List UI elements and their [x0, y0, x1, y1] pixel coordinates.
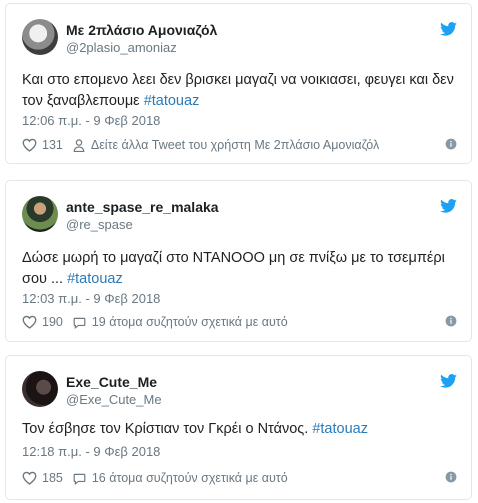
tweet-card: Exe_Cute_Me @Exe_Cute_Me Τον έσβησε τον …: [5, 355, 472, 500]
user-avatar[interactable]: [22, 371, 58, 407]
like-count[interactable]: 131: [42, 138, 63, 152]
user-handle[interactable]: @Exe_Cute_Me: [66, 392, 162, 407]
user-avatar[interactable]: [22, 19, 58, 55]
info-icon[interactable]: [445, 315, 457, 327]
display-name[interactable]: Exe_Cute_Me: [66, 374, 157, 390]
tweet-body: Τον έσβησε τον Κρίστιαν τον Γκρέι ο Ντάν…: [22, 421, 313, 437]
tweet-card: Με 2πλάσιο Αμονιαζόλ @2plasio_amoniaz Κα…: [5, 3, 472, 164]
tweet-text: Δώσε μωρή το μαγαζί στο ΝΤΑΝΟΟΟ μη σε πν…: [22, 248, 455, 290]
user-handle[interactable]: @2plasio_amoniaz: [66, 40, 177, 55]
display-name[interactable]: Με 2πλάσιο Αμονιαζόλ: [66, 22, 217, 38]
info-icon[interactable]: [445, 138, 457, 150]
tweet-timestamp[interactable]: 12:18 π.μ. - 9 Φεβ 2018: [22, 444, 160, 459]
twitter-bird-icon[interactable]: [440, 22, 457, 36]
tweet-timestamp[interactable]: 12:06 π.μ. - 9 Φεβ 2018: [22, 113, 160, 128]
display-name[interactable]: ante_spase_re_malaka: [66, 199, 219, 215]
conversation-link[interactable]: 19 άτομα συζητούν σχετικά με αυτό: [92, 315, 288, 329]
user-handle[interactable]: @re_spase: [66, 217, 133, 232]
user-avatar[interactable]: [22, 196, 58, 232]
person-icon: [73, 138, 85, 152]
tweet-text: Τον έσβησε τον Κρίστιαν τον Γκρέι ο Ντάν…: [22, 419, 455, 440]
heart-icon[interactable]: [22, 471, 37, 485]
hashtag-link[interactable]: #tatouaz: [144, 93, 200, 109]
tweet-text: Και στο επομενο λεει δεν βρισκει μαγαζι …: [22, 70, 455, 112]
heart-icon[interactable]: [22, 138, 37, 152]
tweet-card: ante_spase_re_malaka @re_spase Δώσε μωρή…: [5, 180, 472, 342]
conversation-icon: [73, 317, 86, 329]
more-tweets-link[interactable]: Δείτε άλλα Tweet του χρήστη Με 2πλάσιο Α…: [91, 138, 379, 152]
info-icon[interactable]: [445, 471, 457, 483]
conversation-link[interactable]: 16 άτομα συζητούν σχετικά με αυτό: [92, 471, 288, 485]
like-count[interactable]: 185: [42, 471, 63, 485]
like-count[interactable]: 190: [42, 315, 63, 329]
twitter-bird-icon[interactable]: [440, 374, 457, 388]
tweet-actions: 190 19 άτομα συζητούν σχετικά με αυτό: [22, 313, 457, 331]
tweet-timestamp[interactable]: 12:03 π.μ. - 9 Φεβ 2018: [22, 291, 160, 306]
tweet-body: Και στο επομενο λεει δεν βρισκει μαγαζι …: [22, 72, 454, 109]
hashtag-link[interactable]: #tatouaz: [67, 271, 123, 287]
hashtag-link[interactable]: #tatouaz: [312, 421, 368, 437]
heart-icon[interactable]: [22, 315, 37, 329]
tweet-actions: 185 16 άτομα συζητούν σχετικά με αυτό: [22, 469, 457, 487]
twitter-bird-icon[interactable]: [440, 199, 457, 213]
conversation-icon: [73, 473, 86, 485]
tweet-actions: 131 Δείτε άλλα Tweet του χρήστη Με 2πλάσ…: [22, 136, 457, 154]
